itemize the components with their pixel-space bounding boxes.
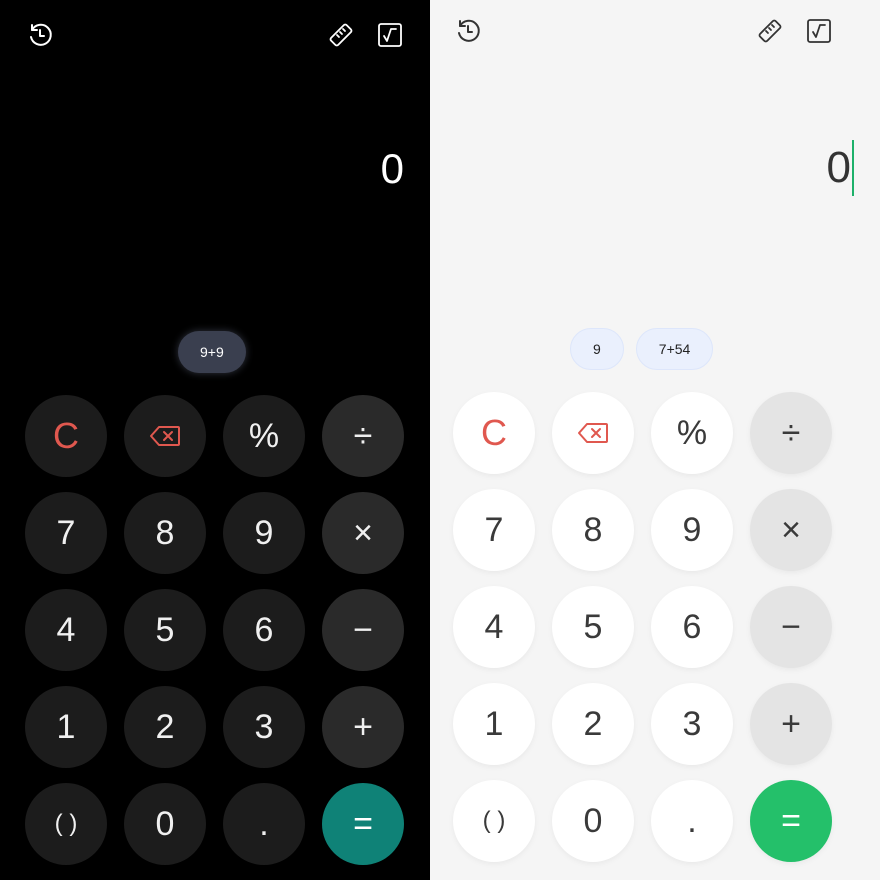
digit-8-button[interactable]: 8 [124, 492, 206, 574]
percent-button[interactable]: % [651, 392, 733, 474]
backspace-button[interactable] [552, 392, 634, 474]
digit-0-button[interactable]: 0 [124, 783, 206, 865]
digit-3-button[interactable]: 3 [223, 686, 305, 768]
suggestion-chip[interactable]: 9 [570, 328, 624, 370]
decimal-point-button[interactable]: . [651, 780, 733, 862]
display-value: 0 [380, 145, 404, 192]
percent-button[interactable]: % [223, 395, 305, 477]
divide-button[interactable]: ÷ [322, 395, 404, 477]
digit-4-button[interactable]: 4 [453, 586, 535, 668]
clear-button[interactable]: C [25, 395, 107, 477]
keypad: C % ÷ 7 8 9 × 4 5 6 − 1 2 3 + ( ) 0 . = [453, 392, 832, 862]
digit-3-button[interactable]: 3 [651, 683, 733, 765]
suggestion-chips: 9+9 [178, 331, 246, 373]
divide-button[interactable]: ÷ [750, 392, 832, 474]
plus-button[interactable]: + [322, 686, 404, 768]
digit-1-button[interactable]: 1 [25, 686, 107, 768]
digit-8-button[interactable]: 8 [552, 489, 634, 571]
digit-9-button[interactable]: 9 [223, 492, 305, 574]
backspace-icon [150, 426, 180, 446]
result-display[interactable]: 0 [827, 140, 854, 196]
digit-2-button[interactable]: 2 [124, 686, 206, 768]
suggestion-chip[interactable]: 9+9 [178, 331, 246, 373]
backspace-button[interactable] [124, 395, 206, 477]
multiply-button[interactable]: × [322, 492, 404, 574]
clear-button[interactable]: C [453, 392, 535, 474]
minus-button[interactable]: − [322, 589, 404, 671]
suggestion-chips: 9 7+54 [570, 328, 714, 370]
history-icon[interactable] [23, 18, 57, 52]
top-toolbar [0, 0, 430, 70]
top-toolbar [430, 0, 880, 70]
square-root-icon[interactable] [802, 14, 836, 48]
square-root-icon[interactable] [373, 18, 407, 52]
calculator-light-panel: 0 9 7+54 C % ÷ 7 8 9 × 4 5 6 − 1 2 3 + (… [430, 0, 880, 880]
digit-9-button[interactable]: 9 [651, 489, 733, 571]
equals-button[interactable]: = [750, 780, 832, 862]
digit-1-button[interactable]: 1 [453, 683, 535, 765]
result-display: 0 [381, 145, 404, 193]
minus-button[interactable]: − [750, 586, 832, 668]
equals-button[interactable]: = [322, 783, 404, 865]
parentheses-button[interactable]: ( ) [453, 780, 535, 862]
calculator-dark-panel: 0 9+9 C % ÷ 7 8 9 × 4 5 6 − 1 2 3 + ( ) … [0, 0, 430, 880]
digit-6-button[interactable]: 6 [223, 589, 305, 671]
digit-0-button[interactable]: 0 [552, 780, 634, 862]
keypad: C % ÷ 7 8 9 × 4 5 6 − 1 2 3 + ( ) 0 . = [25, 395, 404, 865]
digit-2-button[interactable]: 2 [552, 683, 634, 765]
plus-button[interactable]: + [750, 683, 832, 765]
multiply-button[interactable]: × [750, 489, 832, 571]
digit-7-button[interactable]: 7 [25, 492, 107, 574]
ruler-icon[interactable] [753, 14, 787, 48]
suggestion-chip[interactable]: 7+54 [635, 328, 714, 370]
display-value: 0 [826, 143, 851, 192]
history-icon[interactable] [451, 14, 485, 48]
ruler-icon[interactable] [324, 18, 358, 52]
text-cursor [852, 140, 854, 196]
parentheses-button[interactable]: ( ) [25, 783, 107, 865]
digit-4-button[interactable]: 4 [25, 589, 107, 671]
digit-6-button[interactable]: 6 [651, 586, 733, 668]
backspace-icon [578, 423, 608, 443]
decimal-point-button[interactable]: . [223, 783, 305, 865]
digit-5-button[interactable]: 5 [124, 589, 206, 671]
digit-7-button[interactable]: 7 [453, 489, 535, 571]
digit-5-button[interactable]: 5 [552, 586, 634, 668]
